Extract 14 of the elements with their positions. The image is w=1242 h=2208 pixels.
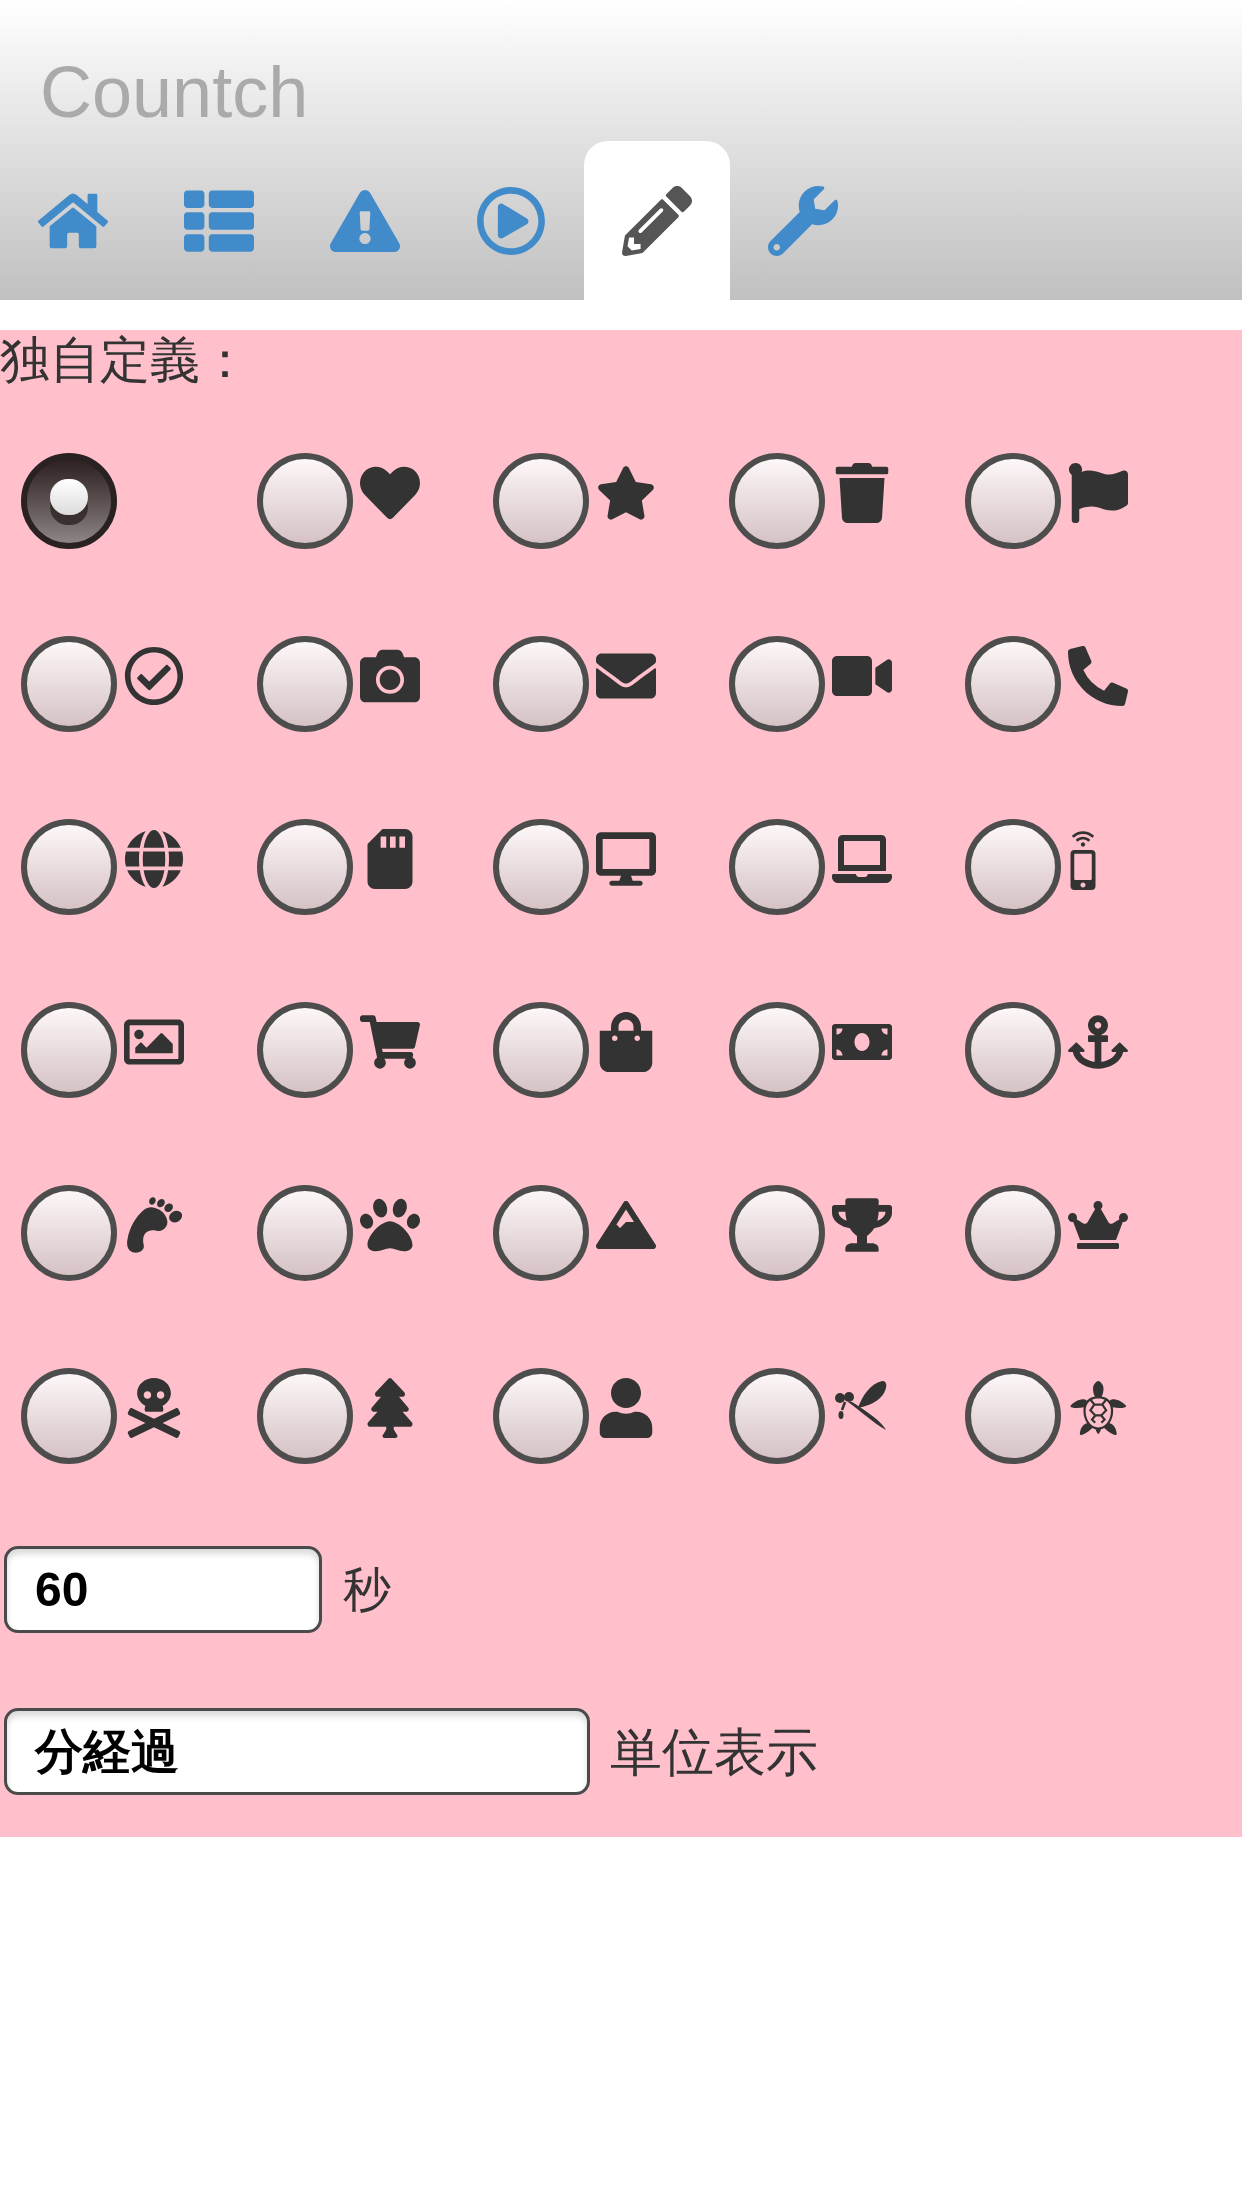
wrench-icon	[768, 185, 838, 256]
unit-label: 秒	[343, 1561, 391, 1618]
pencil-icon	[622, 185, 692, 256]
app-title: Countch	[40, 56, 309, 128]
input-field[interactable]: 60	[4, 1546, 322, 1633]
section-label: 独自定義：	[0, 331, 250, 390]
display-unit-label: 単位表示	[610, 1721, 818, 1783]
play-icon	[476, 185, 546, 256]
input-field[interactable]: 分経過	[4, 1708, 590, 1795]
tab[interactable]	[584, 141, 730, 300]
footprint-icon	[124, 1194, 184, 1255]
globe-icon	[124, 828, 184, 889]
flag-icon	[1068, 462, 1128, 523]
phone-icon	[1068, 645, 1128, 706]
